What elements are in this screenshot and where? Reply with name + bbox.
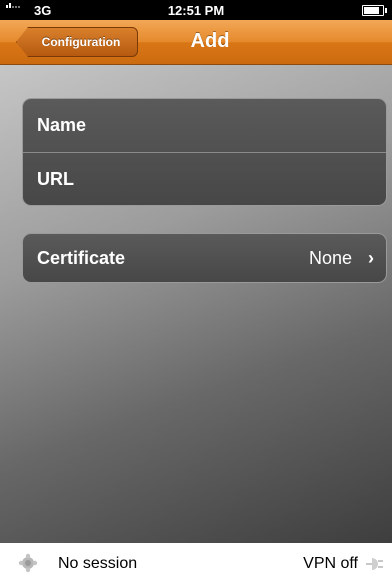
session-status-icon [18, 553, 38, 573]
status-time: 12:51 PM [167, 3, 225, 18]
certificate-value: None [308, 247, 352, 268]
status-bar: 3G 12:51 PM [0, 0, 392, 20]
battery-icon [362, 5, 387, 16]
session-status-text: No session [58, 555, 138, 572]
status-footer: No session VPN off [0, 543, 392, 583]
navigation-bar: Configuration Add [0, 20, 392, 65]
content-area: Name URL Certificate None › [0, 65, 392, 543]
name-field[interactable]: Name [23, 99, 386, 152]
vpn-status-icon [366, 558, 383, 570]
name-field-label: Name [37, 115, 87, 135]
fields-group: Name URL [22, 98, 387, 206]
certificate-row[interactable]: Certificate None › [23, 234, 386, 282]
back-button[interactable]: Configuration [16, 27, 138, 57]
url-field-label: URL [37, 168, 74, 189]
url-field[interactable]: URL [23, 152, 386, 205]
vpn-status-text: VPN off [303, 555, 358, 572]
certificate-label: Certificate [37, 247, 126, 268]
chevron-right-icon: › [368, 247, 374, 268]
certificate-group: Certificate None › [22, 233, 387, 283]
page-title: Add [190, 30, 230, 52]
